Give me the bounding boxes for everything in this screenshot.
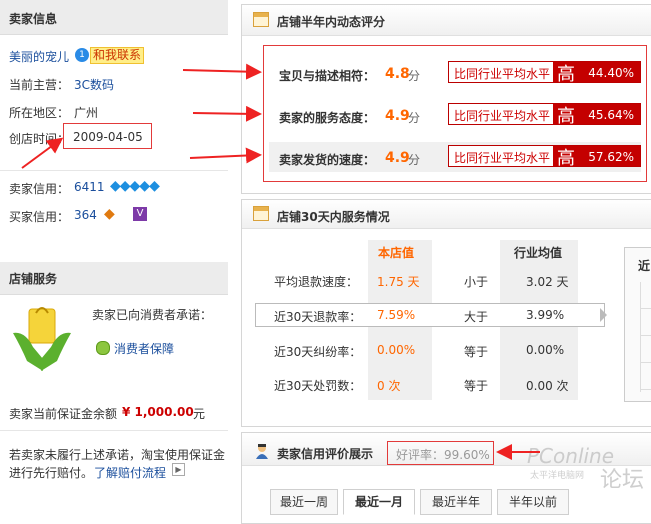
annotation-arrows [21,63,540,460]
annotation-arrow [21,137,64,169]
annotation-arrow [189,147,262,164]
annotation-arrow [192,105,262,122]
annotation-arrow [182,63,262,80]
